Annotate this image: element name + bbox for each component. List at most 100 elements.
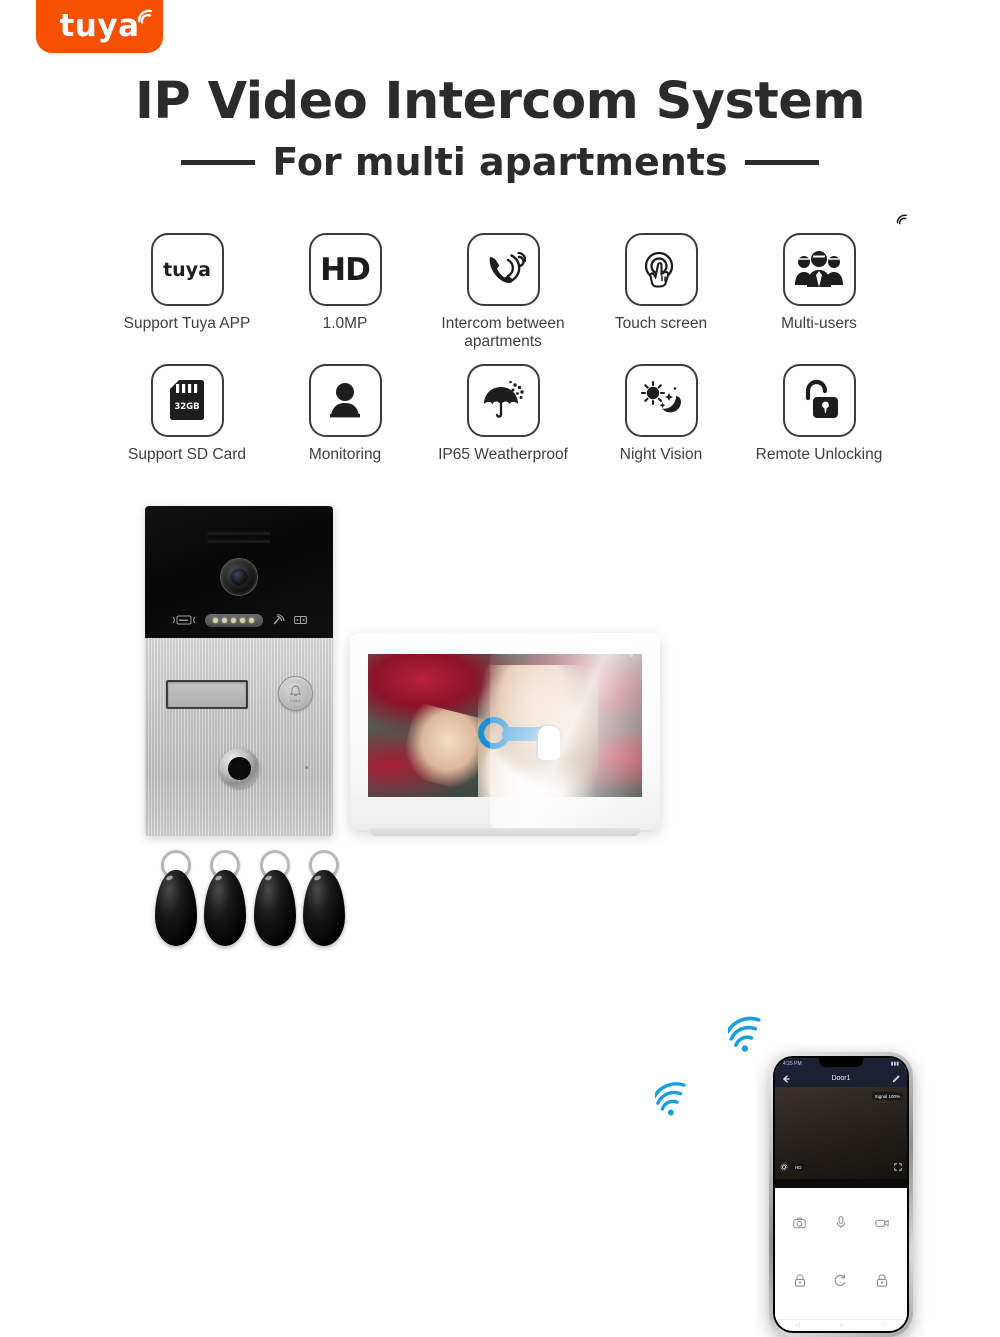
fingerprint-reader[interactable]	[219, 748, 259, 788]
monitor-screen[interactable]	[368, 654, 642, 797]
multi-users-glyph	[795, 250, 843, 287]
touch-hand-icon	[624, 233, 698, 306]
refresh-switch-icon[interactable]	[834, 1274, 847, 1287]
key-fob-body	[204, 870, 247, 946]
rfid-card-icon	[172, 615, 195, 625]
signal-badge: Signal 100%	[871, 1092, 903, 1100]
open-padlock-glyph	[805, 380, 838, 419]
key-fob	[204, 850, 247, 958]
tuya-logo-icon: tuya	[150, 214, 907, 306]
pencil-icon[interactable]	[892, 1074, 900, 1083]
touch-hand-glyph	[644, 251, 674, 288]
feature-support-sd-card: 32GB Support SD Card	[108, 363, 266, 464]
feature-grid: tuya Support Tuya APP HD 1.0MP Intercom …	[108, 214, 907, 464]
wifi-arc-icon	[137, 9, 152, 24]
bell-icon	[289, 684, 302, 696]
feature-label: Monitoring	[308, 445, 382, 463]
status-icons: ▮▮▮	[890, 1061, 899, 1067]
phone-screen[interactable]: 4:25 PM ▮▮▮ Door1 Signal 100% HD ◁ ○ □	[775, 1058, 907, 1331]
feature-remote-unlocking: Remote Unlocking	[740, 363, 898, 464]
phone-notch	[819, 1058, 863, 1067]
open-padlock-icon	[782, 363, 856, 437]
camera-snapshot-icon[interactable]	[793, 1217, 806, 1229]
call-button[interactable]: CALL	[278, 676, 313, 711]
camera-lens	[220, 558, 258, 596]
fingerprint-sensor-surface	[227, 756, 251, 780]
led-indicator-strip	[204, 613, 263, 627]
gloss-highlight	[214, 874, 223, 882]
gloss-highlight	[264, 874, 273, 882]
touch-gesture-hand-icon	[537, 725, 560, 760]
microphone-icon[interactable]	[836, 1216, 846, 1229]
feature-label: Night Vision	[619, 445, 703, 463]
door-station-top-panel	[145, 506, 333, 638]
feature-label: 1.0MP	[322, 315, 368, 332]
video-record-icon[interactable]	[875, 1218, 890, 1228]
smartphone-tuya-app: 4:25 PM ▮▮▮ Door1 Signal 100% HD ◁ ○ □	[769, 1052, 913, 1337]
feature-label: IP65 Weatherproof	[438, 445, 568, 463]
rfid-key-fobs	[154, 850, 346, 960]
phone-nav-bar: ◁ ○ □	[775, 1319, 907, 1331]
key-fob	[303, 850, 346, 958]
hd-icon-text: HD	[320, 251, 371, 288]
phone-app-header: Door1	[775, 1070, 907, 1087]
terminal-block-icon	[293, 615, 307, 625]
gear-icon[interactable]	[780, 1163, 788, 1171]
tuya-wordmark-text: tuya	[59, 8, 140, 44]
led-indicator	[249, 617, 255, 623]
expand-icon[interactable]	[894, 1163, 902, 1171]
padlock-icon[interactable]	[876, 1274, 888, 1287]
feature-label: Support SD Card	[127, 445, 247, 463]
phone-ringing-glyph	[489, 251, 526, 283]
nav-back-button[interactable]: ◁	[795, 1322, 800, 1329]
umbrella-rain-icon	[466, 363, 540, 437]
feature-night-vision: Night Vision	[582, 363, 740, 464]
led-indicator	[240, 617, 246, 623]
page-subtitle-row: For multi apartments	[0, 143, 1000, 181]
product-scene: CALL 4:25 PM ▮▮▮ Door1 Signal 100% HD ◁ …	[0, 485, 1000, 1337]
outdoor-door-station: CALL	[145, 506, 333, 836]
sun-moon-icon	[624, 363, 698, 437]
nav-home-button[interactable]: ○	[840, 1323, 844, 1329]
person-monitor-icon	[308, 363, 382, 437]
subtitle-rule-right	[744, 159, 819, 165]
product-marketing-page: tuya IP Video Intercom System For multi …	[0, 0, 1000, 1337]
key-fob	[253, 850, 296, 958]
ambient-light-sensor	[630, 654, 633, 657]
wifi-signal-icon	[655, 1082, 686, 1116]
phone-bezel: 4:25 PM ▮▮▮ Door1 Signal 100% HD ◁ ○ □	[773, 1056, 909, 1333]
page-title: IP Video Intercom System	[134, 72, 866, 131]
page-subtitle: For multi apartments	[272, 140, 728, 184]
feature-monitoring: Monitoring	[266, 363, 424, 464]
key-fob-body	[154, 870, 197, 946]
sd-card-glyph: 32GB	[170, 380, 204, 421]
back-arrow-icon[interactable]	[782, 1074, 790, 1083]
door-station-icon-strip	[145, 610, 333, 630]
multi-users-icon	[782, 233, 856, 306]
phone-control-grid	[775, 1188, 907, 1319]
gloss-highlight	[165, 874, 174, 882]
hd-icon: HD	[308, 233, 382, 306]
gloss-highlight	[313, 874, 322, 882]
padlock-icon[interactable]	[794, 1274, 806, 1287]
feature-row-1: tuya Support Tuya APP HD 1.0MP Intercom …	[108, 214, 907, 351]
feature-touch-screen: Touch screen	[582, 233, 740, 351]
phone-status-bar: 4:25 PM ▮▮▮	[775, 1058, 907, 1070]
video-subject-child	[803, 1094, 880, 1175]
tuya-logo-text: tuya	[163, 258, 211, 281]
nav-recents-button[interactable]: □	[883, 1323, 887, 1329]
quality-badge[interactable]: HD	[791, 1163, 806, 1171]
indoor-touch-monitor	[350, 633, 660, 836]
tuya-wordmark: tuya	[59, 8, 152, 44]
person-monitor-glyph	[330, 383, 360, 418]
sun-moon-glyph	[640, 381, 681, 413]
key-fob	[154, 850, 197, 958]
feature-intercom-between-apartments: Intercom between apartments	[424, 233, 582, 351]
phone-video-divider	[775, 1179, 907, 1188]
umbrella-rain-glyph	[484, 380, 524, 418]
call-button-label: CALL	[289, 697, 302, 703]
tuya-brand-badge: tuya	[36, 0, 163, 53]
feature-label: Support Tuya APP	[123, 315, 251, 332]
phone-video-feed[interactable]: Signal 100% HD	[775, 1087, 907, 1179]
door-station-faceplate: CALL	[145, 638, 333, 836]
